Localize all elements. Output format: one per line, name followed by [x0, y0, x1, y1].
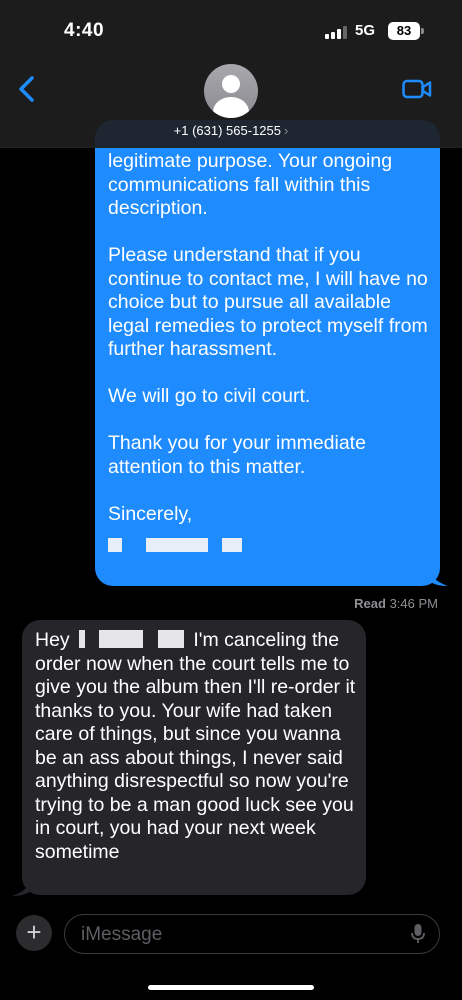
received-message-bubble[interactable]: Hey I'm canceling the order now when the… [22, 620, 366, 895]
chevron-left-icon[interactable] [14, 72, 40, 106]
redacted-name-2 [98, 630, 143, 648]
redacted-name [79, 630, 86, 648]
status-bar: 4:40 5G 83 [0, 0, 462, 60]
read-receipt: Read 3:46 PM [354, 596, 438, 611]
sent-paragraph-2: Please understand that if you continue t… [108, 244, 428, 360]
home-indicator[interactable] [148, 985, 314, 990]
person-icon[interactable] [204, 64, 258, 118]
received-bubble-tail [12, 876, 32, 896]
sent-paragraph-4: Thank you for your immediate attention t… [108, 432, 366, 478]
message-input[interactable]: iMessage [64, 914, 440, 954]
redacted-signature [108, 534, 428, 552]
status-time: 4:40 [64, 20, 105, 41]
sent-bubble-tail [428, 566, 448, 586]
network-type: 5G [355, 22, 376, 39]
signal-icon [325, 26, 347, 39]
redacted-name-3 [157, 630, 184, 648]
sent-signoff: Sincerely, [108, 502, 193, 525]
video-camera-icon[interactable] [402, 78, 432, 100]
read-status: Read [354, 596, 386, 611]
battery-tip [421, 28, 424, 34]
received-body: I'm canceling the order now when the cou… [35, 629, 356, 863]
chevron-right-icon: › [284, 123, 289, 138]
microphone-icon[interactable] [411, 923, 425, 945]
received-greeting: Hey [35, 629, 70, 651]
message-placeholder: iMessage [81, 924, 163, 945]
conversation-header: 4:40 5G 83 +1 (631) 565-1255 › [0, 0, 462, 148]
battery-icon: 83 [388, 22, 420, 40]
sent-paragraph-3: We will go to civil court. [108, 385, 311, 407]
contact-number-text: +1 (631) 565-1255 [173, 123, 281, 138]
sent-message-bubble[interactable]: legitimate purpose. Your ongoing communi… [95, 120, 440, 586]
sent-paragraph-1: legitimate purpose. Your ongoing communi… [108, 150, 393, 219]
read-time: 3:46 PM [389, 596, 438, 611]
plus-icon[interactable]: + [16, 915, 52, 951]
contact-number[interactable]: +1 (631) 565-1255 › [0, 123, 462, 138]
